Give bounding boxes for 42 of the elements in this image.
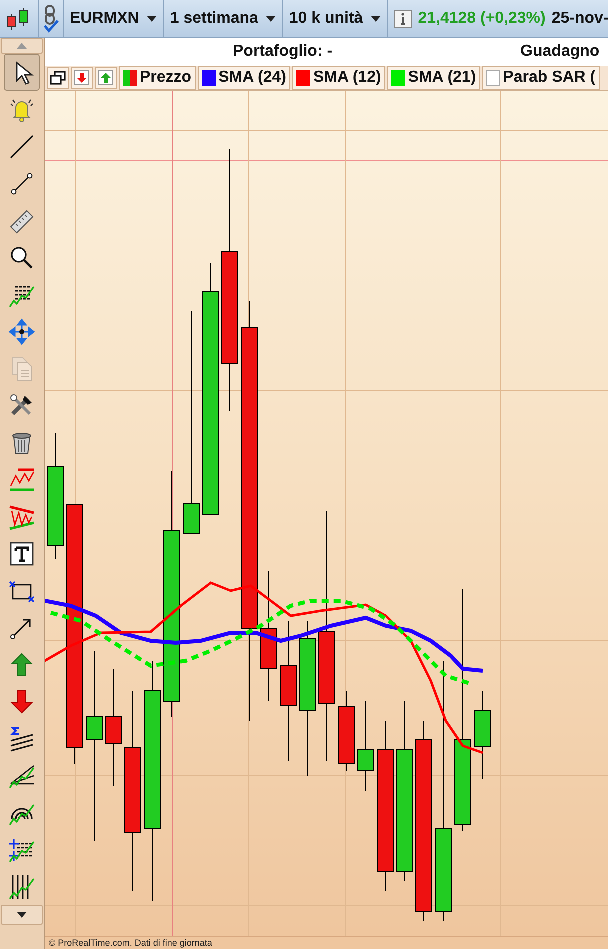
symbol-dropdown[interactable]: EURMXN bbox=[64, 0, 164, 37]
info-icon[interactable] bbox=[394, 10, 412, 28]
legend-label: SMA (12) bbox=[313, 69, 382, 87]
move-icon bbox=[8, 318, 36, 346]
windows-icon bbox=[50, 71, 66, 85]
period-dropdown[interactable]: 1 settimana bbox=[164, 0, 284, 37]
down-arrow-icon bbox=[74, 70, 90, 86]
legend-item[interactable]: SMA (21) bbox=[387, 66, 480, 90]
line-icon bbox=[8, 132, 36, 160]
vertical-lines-icon bbox=[8, 872, 36, 900]
link-check-icon[interactable] bbox=[42, 4, 60, 34]
legend-item[interactable]: Prezzo bbox=[119, 66, 196, 90]
sigma-lines-icon bbox=[8, 724, 36, 752]
text-icon bbox=[8, 540, 36, 568]
caret-icon bbox=[147, 16, 158, 22]
legend-label: Prezzo bbox=[140, 69, 192, 87]
size-dropdown[interactable]: 10 k unità bbox=[283, 0, 388, 37]
gain-label: Guadagno bbox=[520, 43, 600, 61]
up-arrow-icon bbox=[98, 70, 114, 86]
scroll-down-button[interactable] bbox=[1, 905, 43, 925]
caret-icon bbox=[266, 16, 276, 22]
move-down-button[interactable] bbox=[71, 67, 93, 89]
portfolio-label: Portafoglio: - bbox=[233, 43, 333, 61]
tool-button[interactable] bbox=[4, 54, 40, 91]
caret-icon bbox=[17, 43, 27, 49]
legend-label: Parab SAR ( bbox=[503, 69, 596, 87]
down-arrow-icon bbox=[8, 688, 36, 716]
legend-item[interactable]: Parab SAR ( bbox=[482, 66, 600, 90]
empty-swatch-icon bbox=[486, 70, 500, 86]
legend-label: SMA (24) bbox=[218, 69, 286, 87]
legend-item[interactable]: SMA (12) bbox=[292, 66, 386, 90]
price-change: 21,4128 (+0,23%) bbox=[418, 10, 546, 28]
caret-icon bbox=[17, 912, 27, 918]
move-up-button[interactable] bbox=[95, 67, 117, 89]
price-swatch-icon bbox=[123, 70, 137, 86]
windows-button[interactable] bbox=[47, 67, 69, 89]
legend-label: SMA (21) bbox=[408, 69, 476, 87]
caret-icon bbox=[371, 16, 382, 22]
up-arrow-icon bbox=[8, 650, 36, 678]
copyright-text: © ProRealTime.com. Dati di fine giornata bbox=[49, 938, 212, 948]
legend-item[interactable]: SMA (24) bbox=[198, 66, 290, 90]
date-text: 25-nov- bbox=[552, 10, 608, 28]
